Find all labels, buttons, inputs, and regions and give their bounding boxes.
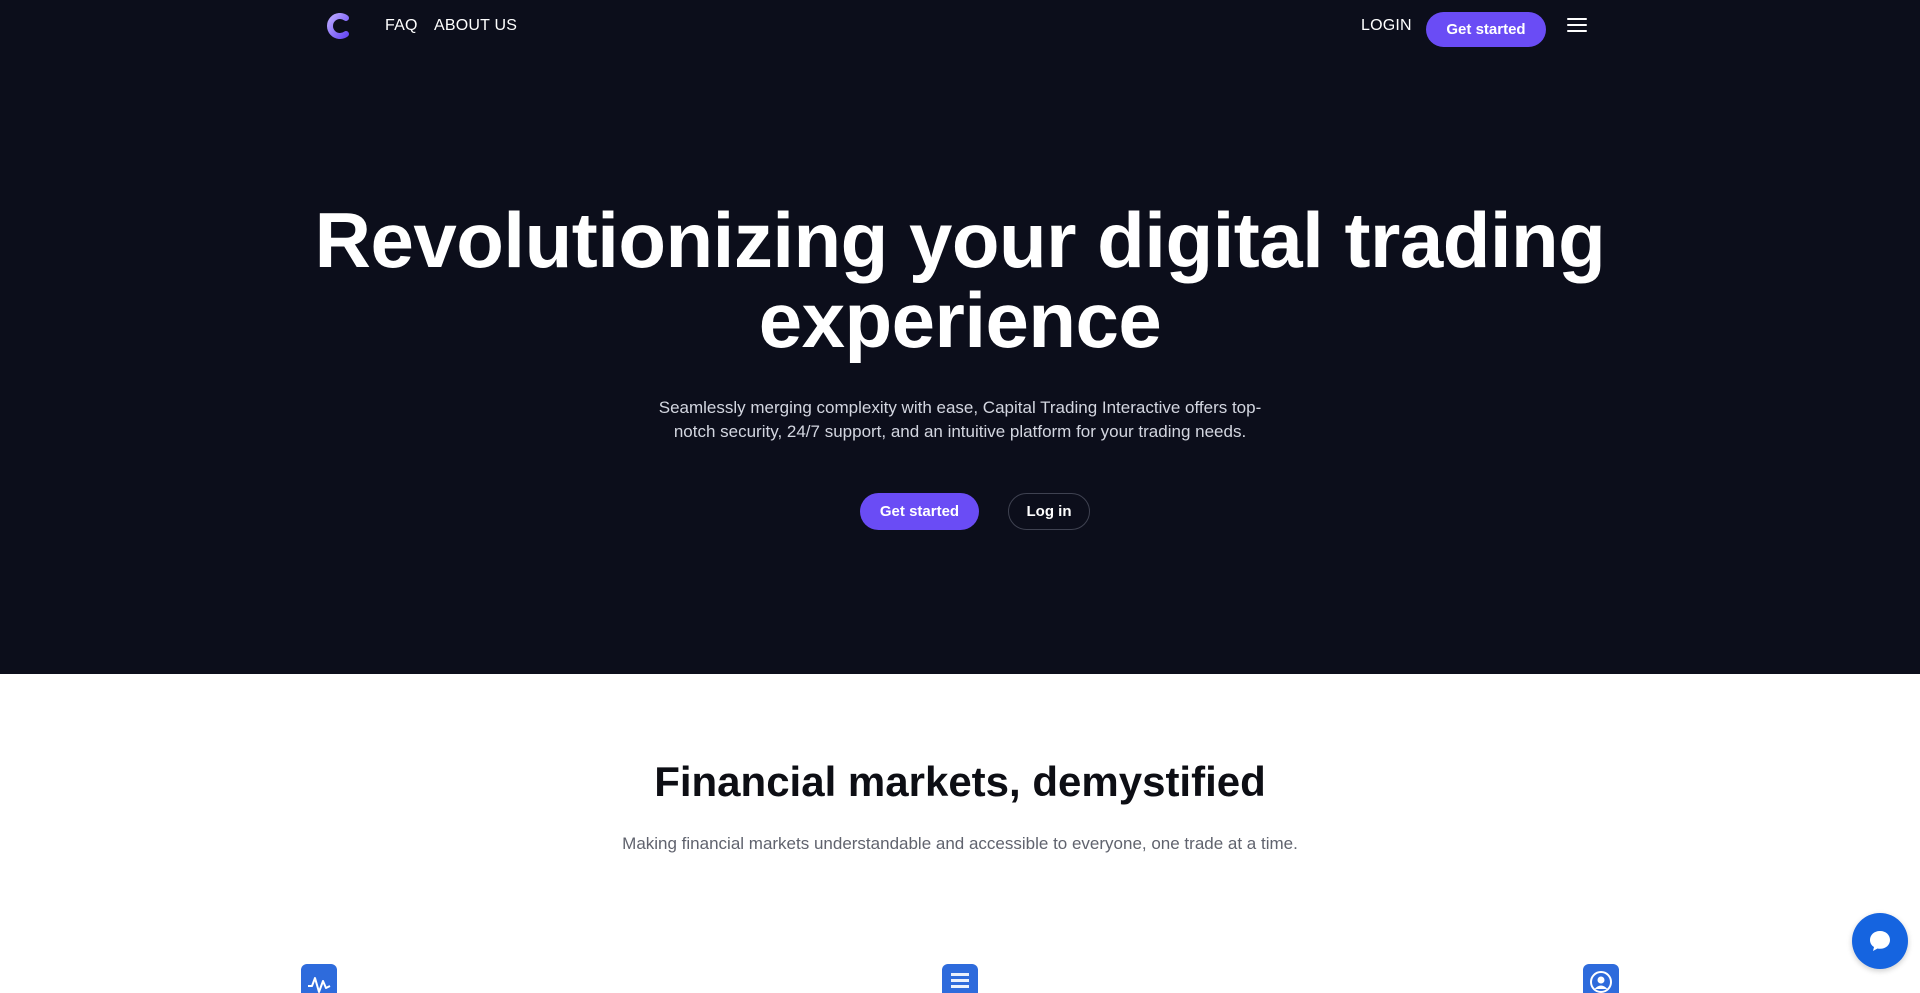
features-subtitle: Making financial markets understandable … <box>622 834 1298 853</box>
hero-subtitle: Seamlessly merging complexity with ease,… <box>658 398 1262 441</box>
user-profile-icon <box>1583 964 1619 993</box>
activity-chart-icon <box>301 964 337 993</box>
nav-link-login[interactable]: LOGIN <box>1361 17 1412 35</box>
chat-bubble-icon[interactable] <box>1852 913 1908 969</box>
nav-link-about-us[interactable]: ABOUT US <box>434 17 517 35</box>
hero-section: FAQ ABOUT US LOGIN Get started Revolutio… <box>0 0 1920 674</box>
hero-title: Revolutionizing your digital trading exp… <box>314 196 1606 364</box>
hero-get-started-button[interactable]: Get started <box>860 493 979 530</box>
nav-get-started-button[interactable]: Get started <box>1426 12 1546 47</box>
features-title: Financial markets, demystified <box>654 758 1266 805</box>
hero-log-in-button[interactable]: Log in <box>1008 493 1090 530</box>
logo-icon[interactable] <box>326 13 350 39</box>
document-list-icon <box>942 964 978 993</box>
top-navigation: FAQ ABOUT US LOGIN Get started <box>0 0 1920 54</box>
hamburger-menu-icon[interactable] <box>1567 18 1589 34</box>
nav-link-faq[interactable]: FAQ <box>385 17 418 35</box>
